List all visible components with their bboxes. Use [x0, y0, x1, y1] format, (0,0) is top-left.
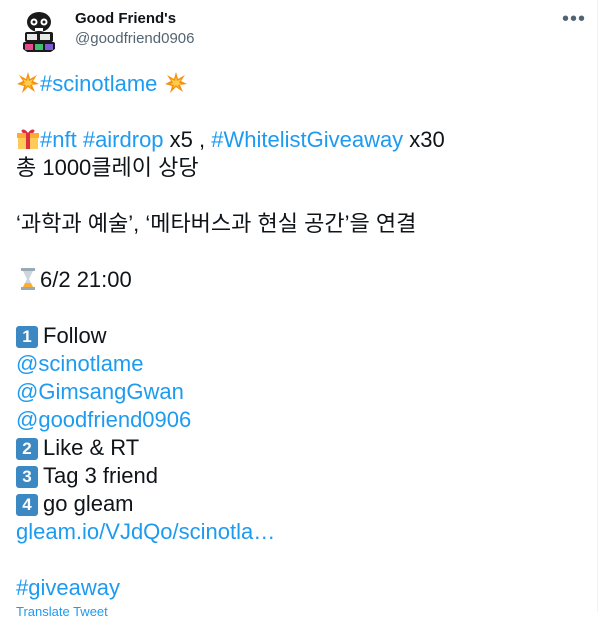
deadline-text: 6/2 21:00: [40, 267, 132, 292]
keycap-3-icon: 3: [16, 466, 38, 488]
mention-gimsanggwan[interactable]: @GimsangGwan: [16, 379, 184, 404]
gleam-link-line: gleam.io/VJdQo/scinotla…: [16, 518, 586, 546]
mention-goodfriend-line: @goodfriend0906: [16, 406, 586, 434]
hashtag-airdrop[interactable]: #airdrop: [83, 127, 164, 152]
mention-scinotlame[interactable]: @scinotlame: [16, 351, 144, 376]
tweet-card: Good Friend's @goodfriend0906 ••• #scino…: [0, 0, 598, 619]
step-1: 1 Follow: [16, 322, 586, 350]
mention-gimsanggwan-line: @GimsangGwan: [16, 378, 586, 406]
author-name[interactable]: Good Friend's: [75, 10, 176, 27]
mention-scinotlame-line: @scinotlame: [16, 350, 586, 378]
step-2: 2 Like & RT: [16, 434, 586, 462]
total-line: 총 1000클레이 상당: [16, 155, 199, 180]
airdrop-line: #nft #airdrop x5 , #WhitelistGiveaway x3…: [16, 126, 586, 154]
count-x5: x5 ,: [163, 127, 212, 152]
collision-emoji-right: [164, 72, 187, 93]
avatar-image: [15, 7, 63, 55]
deadline-line: 6/2 21:00: [16, 266, 586, 294]
hashtag-scinotlame[interactable]: #scinotlame: [40, 71, 157, 96]
avatar[interactable]: [15, 7, 63, 55]
hashtag-nft[interactable]: #nft: [40, 127, 77, 152]
hourglass-emoji: [21, 268, 35, 290]
more-icon[interactable]: •••: [562, 8, 586, 31]
step-3: 3 Tag 3 friend: [16, 462, 586, 490]
step-4-text: go gleam: [43, 491, 134, 516]
step-1-text: Follow: [43, 323, 107, 348]
mention-goodfriend0906[interactable]: @goodfriend0906: [16, 407, 191, 432]
step-3-text: Tag 3 friend: [43, 463, 158, 488]
keycap-2-icon: 2: [16, 438, 38, 460]
gleam-link[interactable]: gleam.io/VJdQo/scinotla…: [16, 519, 275, 544]
giveaway-line: #giveaway: [16, 574, 586, 602]
description-line: ‘과학과 예술’, ‘메타버스과 현실 공간’을 연결: [16, 211, 417, 236]
keycap-1-icon: 1: [16, 326, 38, 348]
gift-emoji: [17, 129, 39, 149]
tweet-text: #scinotlame #nft #airdrop x5 , #Whitelis…: [16, 70, 586, 602]
step-2-text: Like & RT: [43, 435, 140, 460]
title-line: #scinotlame: [16, 70, 586, 98]
keycap-4-icon: 4: [16, 494, 38, 516]
hashtag-whitelistgiveaway[interactable]: #WhitelistGiveaway: [211, 127, 403, 152]
collision-emoji-left: [17, 72, 39, 93]
step-4: 4 go gleam: [16, 490, 586, 518]
count-x30: x30: [403, 127, 445, 152]
hashtag-giveaway[interactable]: #giveaway: [16, 575, 120, 600]
author-handle[interactable]: @goodfriend0906: [75, 30, 195, 47]
